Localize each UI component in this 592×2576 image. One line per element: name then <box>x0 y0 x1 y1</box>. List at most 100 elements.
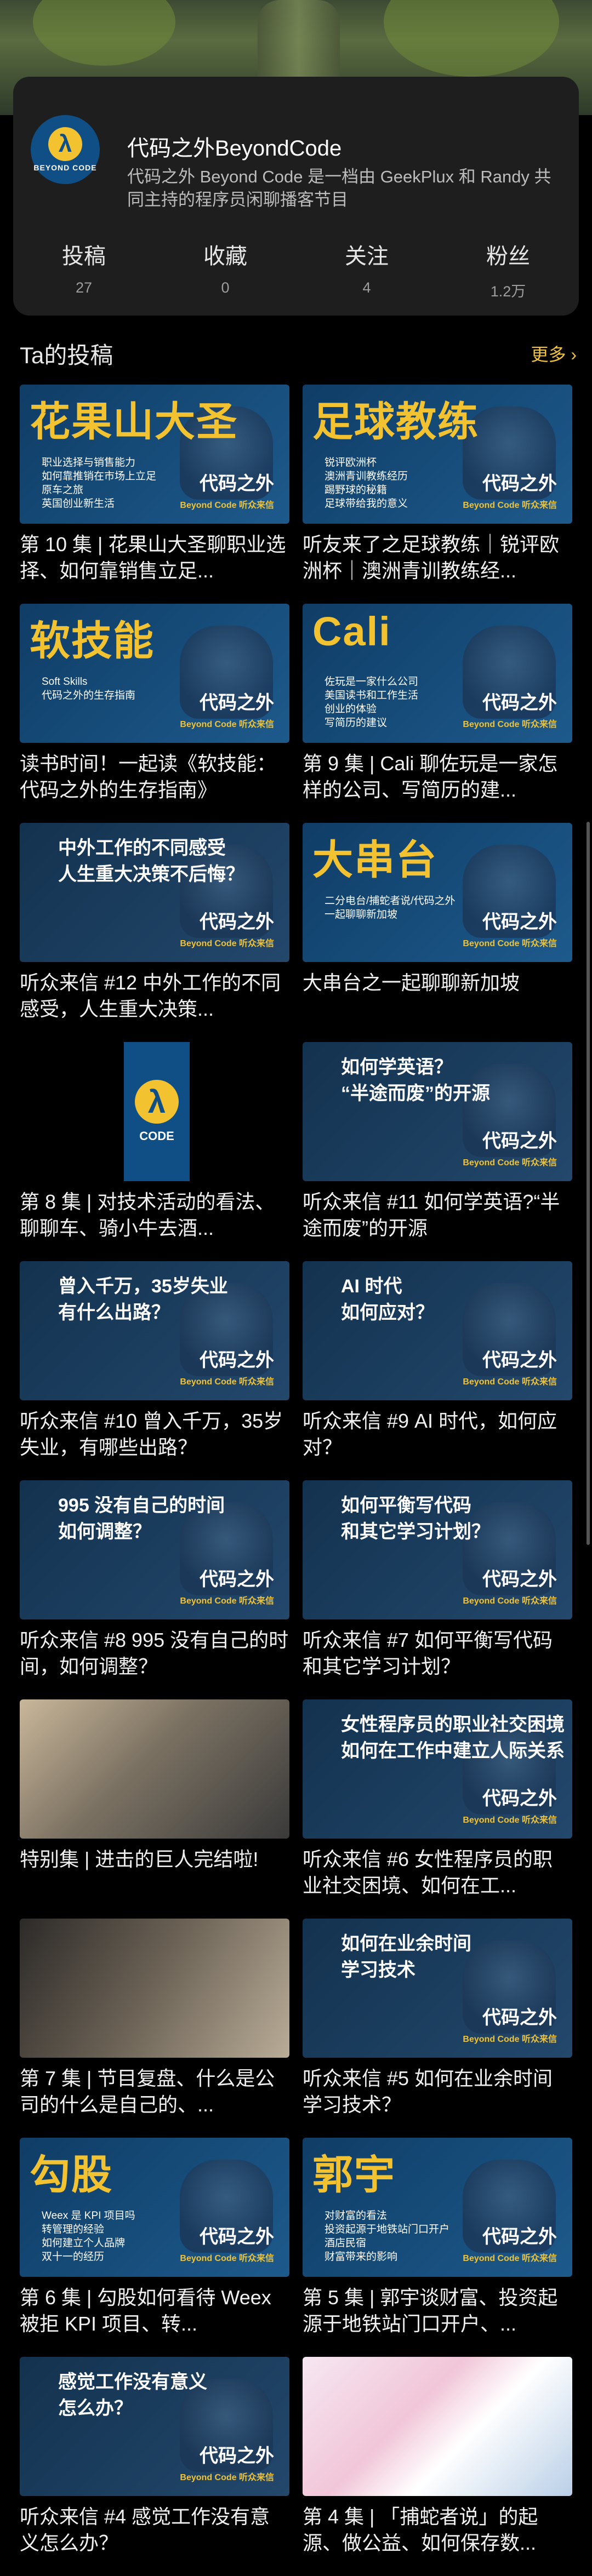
post-thumbnail[interactable]: 中外工作的不同感受 人生重大决策不后悔？ 代码之外 Beyond Code 听众来信 <box>20 823 289 962</box>
post-thumbnail[interactable]: 如何学英语？ “半途而废”的开源 代码之外 Beyond Code 听众来信 <box>303 1042 572 1181</box>
post-title[interactable]: 听众来信 #9 AI 时代，如何应对？ <box>303 1408 572 1461</box>
stat-followers[interactable]: 粉丝 1.2万 <box>437 241 579 307</box>
post-card[interactable]: 如何在业余时间 学习技术 代码之外 Beyond Code 听众来信听众来信 #5 如… <box>303 1919 572 2130</box>
post-card[interactable]: 郭宇 对财富的看法 投资起源于地铁站门口开户 酒店民宿 财富带来的影响 代码之外 Beyon… <box>303 2138 572 2349</box>
stat-posts[interactable]: 投稿 27 <box>13 241 155 307</box>
post-card[interactable]: λ CODE 第 8 集 | 对技术活动的看法、聊聊车、骑小牛去酒... <box>20 1042 289 1253</box>
post-title[interactable]: 第 6 集 | 勾股如何看待 Weex 被拒 KPI 项目、转... <box>20 2285 289 2337</box>
thumbnail-brand: 代码之外 <box>482 473 557 494</box>
stat-following[interactable]: 关注 4 <box>296 241 437 307</box>
post-title[interactable]: 听众来信 #11 如何学英语?“半途而废”的开源 <box>303 1189 572 1241</box>
post-card[interactable]: 女性程序员的职业社交困境 如何在工作中建立人际关系 代码之外 Beyond Code … <box>303 1699 572 1911</box>
post-card[interactable]: 感觉工作没有意义 怎么办？ 代码之外 Beyond Code 听众来信听众来信 #4 … <box>20 2357 289 2568</box>
post-card[interactable]: 中外工作的不同感受 人生重大决策不后悔？ 代码之外 Beyond Code 听众来信听… <box>20 823 289 1034</box>
post-title[interactable]: 听众来信 #8 995 没有自己的时间，如何调整？ <box>20 1627 289 1680</box>
post-card[interactable]: 大串台 二分电台/捕蛇者说/代码之外 一起聊聊新加坡 代码之外 Beyond Code … <box>303 823 572 1034</box>
post-thumbnail[interactable]: AI 时代 如何应对？ 代码之外 Beyond Code 听众来信 <box>303 1261 572 1400</box>
thumbnail-headline: Cali <box>312 609 391 654</box>
post-thumbnail[interactable]: 如何平衡写代码 和其它学习计划？ 代码之外 Beyond Code 听众来信 <box>303 1480 572 1619</box>
thumbnail-headline: 花果山大圣 <box>30 399 238 444</box>
post-title[interactable]: 第 10 集 | 花果山大圣聊职业选择、如何靠销售立足... <box>20 531 289 584</box>
stat-value: 1.2万 <box>490 283 526 300</box>
thumbnail-brand: 代码之外 <box>482 1131 557 1152</box>
post-thumbnail[interactable]: 感觉工作没有意义 怎么办？ 代码之外 Beyond Code 听众来信 <box>20 2357 289 2496</box>
post-card[interactable]: 足球教练 锐评欧洲杯 澳洲青训教练经历 踢野球的秘籍 足球带给我的意义 代码之外 Beyon… <box>303 385 572 596</box>
post-title[interactable]: 听众来信 #5 如何在业余时间学习技术？ <box>303 2065 572 2118</box>
post-thumbnail[interactable]: Cali 佐玩是一家什么公司 美国读书和工作生活 创业的体验 写简历的建议 代码之外 Bey… <box>303 604 572 743</box>
thumbnail-brand: 代码之外 <box>200 1569 274 1590</box>
beyond-code-logo: λ CODE <box>124 1042 190 1181</box>
thumbnail-brand: 代码之外 <box>200 912 274 932</box>
post-title[interactable]: 第 8 集 | 对技术活动的看法、聊聊车、骑小牛去酒... <box>20 1189 289 1241</box>
post-card[interactable]: AI 时代 如何应对？ 代码之外 Beyond Code 听众来信听众来信 #9 AI… <box>303 1261 572 1473</box>
thumbnail-topics: 职业选择与销售能力 如何靠推销在市场上立足 原车之旅 英国创业新生活 <box>42 457 157 510</box>
post-thumbnail[interactable]: 足球教练 锐评欧洲杯 澳洲青训教练经历 踢野球的秘籍 足球带给我的意义 代码之外 Beyon… <box>303 385 572 524</box>
post-thumbnail[interactable] <box>20 1919 289 2058</box>
post-title[interactable]: 听友来了之足球教练｜锐评欧洲杯｜澳洲青训教练经... <box>303 531 572 584</box>
post-thumbnail[interactable]: 郭宇 对财富的看法 投资起源于地铁站门口开户 酒店民宿 财富带来的影响 代码之外 Beyon… <box>303 2138 572 2277</box>
post-card[interactable]: 如何平衡写代码 和其它学习计划？ 代码之外 Beyond Code 听众来信听众来信 … <box>303 1480 572 1692</box>
post-thumbnail[interactable]: 曾入千万，35岁失业 有什么出路？ 代码之外 Beyond Code 听众来信 <box>20 1261 289 1400</box>
thumbnail-subbrand: Beyond Code 听众来信 <box>180 2254 274 2263</box>
post-card[interactable]: 软技能 Soft Skills 代码之外的生存指南 代码之外 Beyond Code 听… <box>20 604 289 815</box>
post-card[interactable]: 如何学英语？ “半途而废”的开源 代码之外 Beyond Code 听众来信听众来信 … <box>303 1042 572 1253</box>
post-card[interactable]: 曾入千万，35岁失业 有什么出路？ 代码之外 Beyond Code 听众来信听众来信… <box>20 1261 289 1473</box>
thumbnail-subbrand: Beyond Code 听众来信 <box>180 2473 274 2482</box>
logo-text: CODE <box>139 1129 174 1143</box>
post-thumbnail[interactable]: 勾股 Weex 是 KPI 项目吗 转管理的经验 如何建立个人品牌 双十一的经历 代码之外… <box>20 2138 289 2277</box>
post-thumbnail[interactable]: λ CODE <box>20 1042 289 1181</box>
post-card[interactable]: 勾股 Weex 是 KPI 项目吗 转管理的经验 如何建立个人品牌 双十一的经历 代码之外… <box>20 2138 289 2349</box>
post-thumbnail[interactable] <box>20 1699 289 1839</box>
post-thumbnail[interactable]: 大串台 二分电台/捕蛇者说/代码之外 一起聊聊新加坡 代码之外 Beyond Code … <box>303 823 572 962</box>
post-title[interactable]: 第 5 集 | 郭宇谈财富、投资起源于地铁站门口开户、... <box>303 2285 572 2337</box>
thumbnail-headline: 足球教练 <box>312 399 479 444</box>
post-thumbnail[interactable]: 软技能 Soft Skills 代码之外的生存指南 代码之外 Beyond Code 听… <box>20 604 289 743</box>
thumbnail-brand: 代码之外 <box>482 1350 557 1371</box>
post-title[interactable]: 听众来信 #7 如何平衡写代码和其它学习计划？ <box>303 1627 572 1680</box>
post-card[interactable]: 995 没有自己的时间 如何调整？ 代码之外 Beyond Code 听众来信 听众来信… <box>20 1480 289 1692</box>
stat-label: 粉丝 <box>486 244 530 268</box>
thumbnail-brand: 代码之外 <box>200 692 274 713</box>
thumbnail-headline: 勾股 <box>30 2152 113 2197</box>
thumbnail-brand: 代码之外 <box>482 2226 557 2247</box>
post-thumbnail[interactable]: 995 没有自己的时间 如何调整？ 代码之外 Beyond Code 听众来信 <box>20 1480 289 1619</box>
post-title[interactable]: 第 4 集 | 「捕蛇者说」的起源、做公益、如何保存数... <box>303 2504 572 2556</box>
thumbnail-subbrand: Beyond Code 听众来信 <box>463 720 557 729</box>
post-card[interactable]: 特别集 | 进击的巨人完结啦! <box>20 1699 289 1911</box>
post-card[interactable]: 第 7 集 | 节目复盘、什么是公司的什么是自己的、... <box>20 1919 289 2130</box>
stat-label: 投稿 <box>62 244 106 268</box>
thumbnail-brand: 代码之外 <box>200 2226 274 2247</box>
thumbnail-brand: 代码之外 <box>200 1350 274 1371</box>
post-title[interactable]: 听众来信 #10 曾入千万，35岁失业，有哪些出路？ <box>20 1408 289 1461</box>
lambda-logo-icon: λ <box>48 127 82 161</box>
post-card[interactable]: 第 4 集 | 「捕蛇者说」的起源、做公益、如何保存数... <box>303 2357 572 2568</box>
profile-bio: 代码之外 Beyond Code 是一档由 GeekPlux 和 Randy 共… <box>127 167 551 209</box>
post-title[interactable]: 听众来信 #6 女性程序员的职业社交困境、如何在工... <box>303 1846 572 1899</box>
thumbnail-question: 曾入千万，35岁失业 有什么出路？ <box>58 1276 228 1323</box>
post-thumbnail[interactable]: 如何在业余时间 学习技术 代码之外 Beyond Code 听众来信 <box>303 1919 572 2058</box>
post-thumbnail[interactable]: 花果山大圣 职业选择与销售能力 如何靠推销在市场上立足 原车之旅 英国创业新生活 代码之外… <box>20 385 289 524</box>
post-title[interactable]: 第 9 集 | Cali 聊佐玩是一家怎样的公司、写简历的建... <box>303 751 572 803</box>
post-card[interactable]: 花果山大圣 职业选择与销售能力 如何靠推销在市场上立足 原车之旅 英国创业新生活 代码之外… <box>20 385 289 596</box>
avatar[interactable]: λ BEYOND CODE <box>31 115 100 184</box>
thumbnail-brand: 代码之外 <box>482 692 557 713</box>
more-link[interactable]: 更多 › <box>531 341 577 366</box>
post-card[interactable]: Cali 佐玩是一家什么公司 美国读书和工作生活 创业的体验 写简历的建议 代码之外 Bey… <box>303 604 572 815</box>
thumbnail-topics: 锐评欧洲杯 澳洲青训教练经历 踢野球的秘籍 足球带给我的意义 <box>325 457 408 510</box>
scrollbar[interactable] <box>587 822 590 1545</box>
post-title[interactable]: 听众来信 #4 感觉工作没有意义怎么办？ <box>20 2504 289 2556</box>
thumbnail-question: 女性程序员的职业社交困境 如何在工作中建立人际关系 <box>341 1714 565 1761</box>
thumbnail-subbrand: Beyond Code 听众来信 <box>180 1377 274 1387</box>
post-title[interactable]: 特别集 | 进击的巨人完结啦! <box>20 1846 289 1873</box>
post-title[interactable]: 第 7 集 | 节目复盘、什么是公司的什么是自己的、... <box>20 2065 289 2118</box>
post-thumbnail[interactable] <box>303 2357 572 2496</box>
stat-favorites[interactable]: 收藏 0 <box>155 241 296 307</box>
thumbnail-headline: 软技能 <box>30 618 155 663</box>
post-title[interactable]: 听众来信 #12 中外工作的不同感受，人生重大决策... <box>20 970 289 1022</box>
post-thumbnail[interactable]: 女性程序员的职业社交困境 如何在工作中建立人际关系 代码之外 Beyond Code … <box>303 1699 572 1839</box>
thumbnail-subbrand: Beyond Code 听众来信 <box>180 720 274 729</box>
post-title[interactable]: 大串台之一起聊聊新加坡 <box>303 970 572 996</box>
thumbnail-question: 995 没有自己的时间 如何调整？ <box>58 1495 225 1542</box>
post-title[interactable]: 读书时间！一起读《软技能：代码之外的生存指南》 <box>20 751 289 803</box>
thumbnail-question: 中外工作的不同感受 人生重大决策不后悔？ <box>58 838 244 885</box>
